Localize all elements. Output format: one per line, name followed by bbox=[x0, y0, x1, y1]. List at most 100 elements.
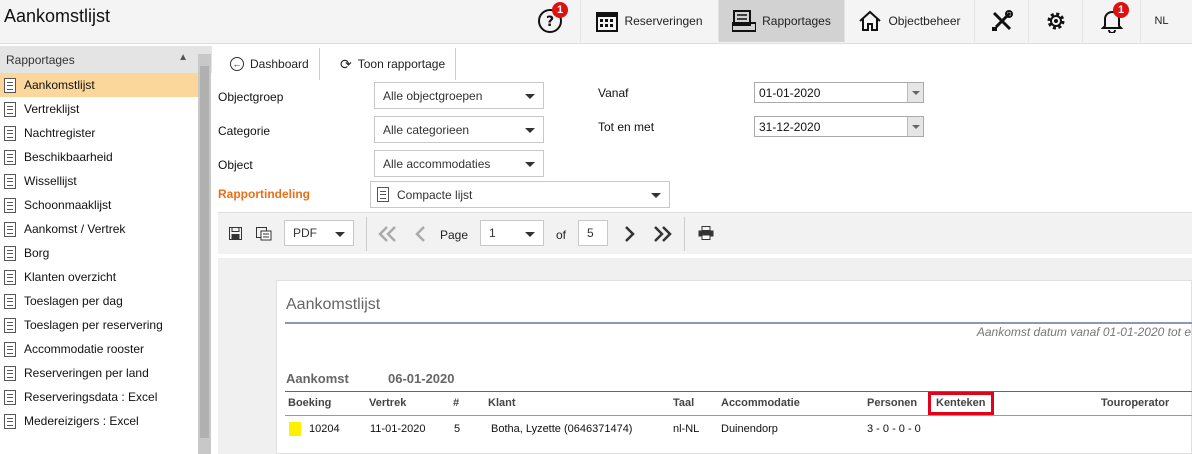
nav-objectbeheer[interactable]: Objectbeheer bbox=[844, 0, 974, 42]
sidebar-item-toeslagen-per-reservering[interactable]: Toeslagen per reservering bbox=[0, 313, 198, 337]
caret-down-icon bbox=[525, 128, 535, 133]
column-header-boeking: Boeking bbox=[288, 397, 332, 409]
sidebar-item-reserveringen-per-land[interactable]: Reserveringen per land bbox=[0, 361, 198, 385]
sidebar-item-klanten-overzicht[interactable]: Klanten overzicht bbox=[0, 265, 198, 289]
rapportindeling-label: Rapportindeling bbox=[218, 187, 310, 201]
sidebar-item-label: Wissellijst bbox=[24, 174, 77, 188]
sidebar-item-schoonmaaklijst[interactable]: Schoonmaaklijst bbox=[0, 193, 198, 217]
caret-down-icon bbox=[525, 94, 535, 99]
next-page-icon[interactable] bbox=[624, 225, 636, 243]
column-header-touroperator: Touroperator bbox=[1101, 397, 1170, 409]
totenmet-value: 31-12-2020 bbox=[759, 119, 821, 134]
sidebar-item-label: Borg bbox=[24, 246, 50, 260]
sidebar-item-medereizigers-excel[interactable]: Medereizigers : Excel bbox=[0, 409, 198, 433]
tools-button[interactable] bbox=[974, 0, 1028, 42]
date-dropdown-icon[interactable] bbox=[907, 83, 923, 102]
sidebar-item-borg[interactable]: Borg bbox=[0, 241, 198, 265]
sidebar-item-label: Aankomstlijst bbox=[24, 78, 95, 92]
arrival-label: Aankomst bbox=[286, 371, 349, 386]
export-format-select[interactable]: PDF bbox=[284, 220, 354, 246]
sidebar-item-wissellijst[interactable]: Wissellijst bbox=[0, 169, 198, 193]
page-value: 1 bbox=[489, 226, 496, 240]
print-icon[interactable] bbox=[698, 226, 714, 240]
sidebar-item-accommodatie-rooster[interactable]: Accommodatie rooster bbox=[0, 337, 198, 361]
sidebar-item-label: Reserveringen per land bbox=[24, 366, 149, 380]
document-icon bbox=[4, 125, 16, 141]
calendar-icon bbox=[596, 12, 619, 32]
sidebar-item-beschikbaarheid[interactable]: Beschikbaarheid bbox=[0, 145, 198, 169]
gear-icon bbox=[1047, 12, 1064, 30]
notifications-badge: 1 bbox=[1113, 2, 1129, 18]
help-button[interactable]: ? 1 bbox=[520, 0, 580, 42]
toolbar-divider bbox=[684, 217, 685, 251]
sidebar-item-vertreklijst[interactable]: Vertreklijst bbox=[0, 97, 198, 121]
dashboard-button[interactable]: ← Dashboard bbox=[220, 48, 320, 80]
chevron-up-icon[interactable]: ▲ bbox=[178, 52, 188, 63]
report-page: Aankomstlijst Aankomst datum vanaf 01-01… bbox=[276, 280, 1192, 454]
nav-rapportages[interactable]: Rapportages bbox=[718, 0, 844, 42]
sidebar-item-label: Nachtregister bbox=[24, 126, 96, 140]
document-icon bbox=[4, 365, 16, 381]
caret-down-icon bbox=[651, 193, 661, 198]
toolbar-divider bbox=[366, 217, 367, 251]
rapportindeling-select[interactable]: Compacte lijst bbox=[370, 181, 670, 208]
save-icon[interactable] bbox=[229, 227, 242, 240]
settings-button[interactable] bbox=[1028, 0, 1082, 42]
objectgroep-select[interactable]: Alle objectgroepen bbox=[374, 82, 544, 109]
export-icon[interactable] bbox=[256, 227, 272, 241]
nav-label: Objectbeheer bbox=[888, 14, 961, 28]
sidebar-item-reserveringsdata-excel[interactable]: Reserveringsdata : Excel bbox=[0, 385, 198, 409]
caret-down-icon bbox=[335, 232, 345, 237]
document-icon bbox=[4, 293, 16, 309]
refresh-icon: ⟳ bbox=[340, 55, 352, 72]
previous-page-icon[interactable] bbox=[414, 225, 426, 243]
cell-boeking: 10204 bbox=[309, 423, 340, 435]
sidebar-scrollbar-thumb[interactable] bbox=[200, 66, 209, 438]
notifications-button[interactable]: 1 bbox=[1082, 0, 1140, 42]
totenmet-date-input[interactable]: 31-12-2020 bbox=[754, 116, 924, 137]
table-header-top-line bbox=[285, 391, 1192, 392]
document-icon bbox=[4, 221, 16, 237]
export-format-value: PDF bbox=[293, 226, 317, 240]
sidebar-item-label: Accommodatie rooster bbox=[24, 342, 145, 356]
sidebar-item-aankomst-vertrek[interactable]: Aankomst / Vertrek bbox=[0, 217, 198, 241]
page-title: Aankomstlijst bbox=[4, 6, 111, 26]
nav-reserveringen[interactable]: Reserveringen bbox=[580, 0, 718, 42]
rapportindeling-value: Compacte lijst bbox=[397, 187, 473, 202]
nav-label: Reserveringen bbox=[624, 14, 703, 28]
sidebar-item-toeslagen-per-dag[interactable]: Toeslagen per dag bbox=[0, 289, 198, 313]
sidebar-item-label: Reserveringsdata : Excel bbox=[24, 390, 158, 404]
column-header-klant: Klant bbox=[488, 397, 516, 409]
first-page-icon[interactable] bbox=[378, 225, 398, 243]
last-page-icon[interactable] bbox=[652, 225, 672, 243]
document-icon bbox=[4, 413, 16, 429]
cell-personen: 3 - 0 - 0 - 0 bbox=[867, 423, 921, 435]
dashboard-label: Dashboard bbox=[250, 57, 309, 71]
document-icon bbox=[4, 389, 16, 405]
sidebar-header[interactable]: Rapportages ▲ bbox=[0, 46, 212, 73]
sidebar-item-label: Medereizigers : Excel bbox=[24, 414, 139, 428]
report-title-divider bbox=[285, 322, 1192, 324]
main-panel: ← Dashboard ⟳ Toon rapportage Objectgroe… bbox=[212, 44, 1192, 454]
report-title: Aankomstlijst bbox=[286, 296, 381, 313]
sidebar-item-label: Toeslagen per reservering bbox=[24, 318, 163, 332]
categorie-select[interactable]: Alle categorieen bbox=[374, 116, 544, 143]
page-select[interactable]: 1 bbox=[480, 220, 544, 246]
language-button[interactable]: NL bbox=[1140, 0, 1182, 42]
document-icon bbox=[4, 197, 16, 213]
total-pages-value: 5 bbox=[587, 226, 594, 240]
sidebar-item-nachtregister[interactable]: Nachtregister bbox=[0, 121, 198, 145]
report-icon bbox=[732, 10, 757, 32]
show-report-button[interactable]: ⟳ Toon rapportage bbox=[330, 48, 457, 80]
document-icon bbox=[4, 101, 16, 117]
date-dropdown-icon[interactable] bbox=[907, 117, 923, 136]
language-label: NL bbox=[1154, 15, 1169, 27]
vanaf-date-input[interactable]: 01-01-2020 bbox=[754, 82, 924, 103]
object-select[interactable]: Alle accommodaties bbox=[374, 150, 544, 177]
table-header-bottom-line bbox=[285, 415, 1192, 416]
sidebar-item-aankomstlijst[interactable]: Aankomstlijst bbox=[0, 73, 198, 97]
help-badge: 1 bbox=[552, 2, 568, 18]
arrow-left-circle-icon: ← bbox=[230, 57, 244, 71]
document-icon bbox=[4, 341, 16, 357]
highlight-box bbox=[928, 392, 994, 415]
